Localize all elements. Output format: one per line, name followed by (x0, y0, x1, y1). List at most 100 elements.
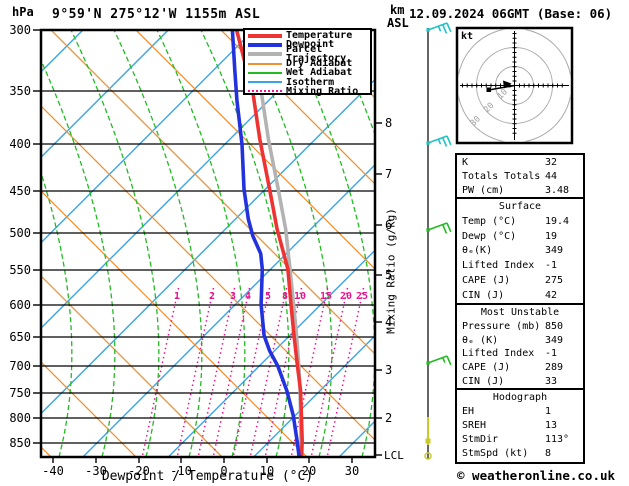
pressure-tick-label: 400 (9, 137, 31, 151)
stat-label: Pressure (mb) (462, 320, 541, 332)
table-section-header: Surface (498, 201, 542, 212)
pressure-tick-label: 700 (9, 359, 31, 373)
km-tick-label: 2 (385, 411, 393, 425)
pressure-tick-label: 850 (9, 436, 31, 450)
mixing-ratio-value-label: 20 (339, 291, 353, 302)
stat-row: θₑ(K) 349 (457, 245, 583, 260)
stat-value: 19.4 (545, 215, 570, 227)
temp-tick-label: 30 (344, 464, 360, 478)
pressure-tick-label: 650 (9, 330, 31, 344)
stat-row: Lifted Index -1 (457, 260, 583, 275)
temperature-line-sample (248, 33, 282, 38)
stat-value: 349 (545, 334, 564, 346)
stat-label: SREH (462, 420, 487, 431)
most-unstable-table: Most Unstable Pressure (mb) 850 θₑ (K) 349 Li… (455, 303, 585, 392)
stat-value: 289 (545, 362, 564, 374)
dry-adiabat-line-sample (248, 62, 282, 65)
temp-tick-label: 0 (220, 464, 228, 478)
mixing-ratio-value-label: 15 (319, 291, 333, 302)
pressure-tick-label: 350 (9, 84, 31, 98)
temp-tick-label: -30 (85, 464, 107, 478)
stat-row: StmSpd (kt) 8 (457, 448, 583, 462)
hodograph: 102030 (455, 26, 574, 145)
mixing-ratio-value-label: 2 (208, 291, 216, 302)
temp-tick-label: -40 (42, 464, 64, 478)
page-title: 9°59'N 275°12'W 1155m ASL (52, 7, 261, 22)
stat-label: CAPE (J) (462, 274, 511, 286)
dewpoint-line-sample (248, 42, 282, 47)
pressure-tick-label: 600 (9, 298, 31, 312)
stat-label: Dewp (°C) (462, 230, 517, 242)
legend-box: Temperature Dewpoint Parcel Trajectory D… (243, 28, 372, 96)
stat-row: Pressure (mb) 850 (457, 321, 583, 335)
km-tick-label: 8 (385, 116, 393, 130)
stat-value: 33 (545, 375, 558, 387)
surface-table: Surface Temp (°C) 19.4 Dewp (°C) 19 θₑ(K) 349 L… (455, 197, 585, 307)
stat-row: Lifted Index -1 (457, 348, 583, 362)
stat-row: θₑ (K) 349 (457, 335, 583, 349)
mixing-ratio-value-label: 8 (281, 291, 289, 302)
stat-value: 3.48 (545, 184, 570, 196)
stat-value: 13 (545, 420, 558, 431)
pressure-tick-label: 800 (9, 411, 31, 425)
stat-value: 113° (545, 434, 570, 445)
mixing-ratio-value-label: 10 (293, 291, 307, 302)
stat-label: CIN (J) (462, 375, 505, 387)
pressure-tick-label: 750 (9, 386, 31, 400)
temp-tick-label: 10 (259, 464, 275, 478)
stat-row: Temp (°C) 19.4 (457, 216, 583, 231)
stat-row: EH 1 (457, 406, 583, 420)
hodograph-point-marker (486, 87, 491, 92)
skewt-sounding-app: 10 20 30 hPa 9°59'N 275°12'W 1155m ASL km … (0, 0, 629, 486)
temp-tick-label: -20 (128, 464, 150, 478)
stat-row: CAPE (J) 289 (457, 362, 583, 376)
stat-label: Lifted Index (462, 348, 535, 360)
stat-label: CIN (J) (462, 289, 505, 301)
copyright: © weatheronline.co.uk (457, 468, 616, 483)
stat-label: θₑ (K) (462, 334, 499, 346)
legend-item-mixing-ratio: Mixing Ratio (248, 86, 370, 96)
table-section-header: Most Unstable (480, 307, 560, 318)
table-section-header: Hodograph (492, 392, 548, 403)
stat-label: K (462, 157, 469, 168)
stat-label: Temp (°C) (462, 215, 517, 227)
wind-barbs (424, 22, 452, 460)
hodograph-unit-label: kt (461, 31, 474, 42)
mixing-ratio-value-label: 4 (244, 291, 252, 302)
stat-label: PW (cm) (462, 184, 505, 196)
stat-label: StmSpd (kt) (462, 448, 529, 459)
pressure-axis-unit: hPa (12, 5, 34, 19)
stat-value: 8 (545, 448, 552, 459)
isotherm-line-sample (248, 81, 282, 84)
stat-value: 32 (545, 157, 558, 168)
stat-row: CAPE (J) 275 (457, 275, 583, 290)
stat-label: Lifted Index (462, 260, 535, 272)
stat-label: StmDir (462, 434, 499, 445)
hodograph-table: Hodograph EH 1 SREH 13 StmDir 113° StmSpd (kt) 8 (455, 388, 585, 464)
stat-row: K 32 (457, 157, 583, 171)
pressure-tick-label: 300 (9, 23, 31, 37)
mixing-ratio-value-label: 5 (264, 291, 272, 302)
stat-row: Dewp (°C) 19 (457, 231, 583, 246)
mixing-ratio-value-label: 3 (229, 291, 237, 302)
stat-row: SREH 13 (457, 420, 583, 434)
mixing-ratio-value-label: 1 (173, 291, 181, 302)
pressure-tick-label: 450 (9, 184, 31, 198)
pressure-tick-label: 550 (9, 263, 31, 277)
indices-table: K 32 Totals Totals 44 PW (cm) 3.48 (455, 153, 585, 201)
stat-row: StmDir 113° (457, 434, 583, 448)
km-tick-label: 6 (385, 218, 393, 232)
pressure-tick-label: 500 (9, 226, 31, 240)
stat-label: EH (462, 406, 475, 417)
stat-value: -1 (545, 260, 558, 272)
parcel-line-sample (248, 52, 282, 57)
km-tick-label: 7 (385, 167, 393, 181)
temp-tick-label: -10 (170, 464, 192, 478)
stat-label: Totals Totals (462, 170, 541, 182)
stat-label: CAPE (J) (462, 362, 511, 374)
stat-value: 349 (545, 245, 564, 257)
datetime-label: 12.09.2024 06GMT (Base: 06) (409, 6, 613, 21)
lcl-label: LCL (384, 449, 404, 462)
altitude-axis-unit-asl: ASL (387, 16, 409, 30)
km-tick-label: 3 (385, 363, 393, 377)
